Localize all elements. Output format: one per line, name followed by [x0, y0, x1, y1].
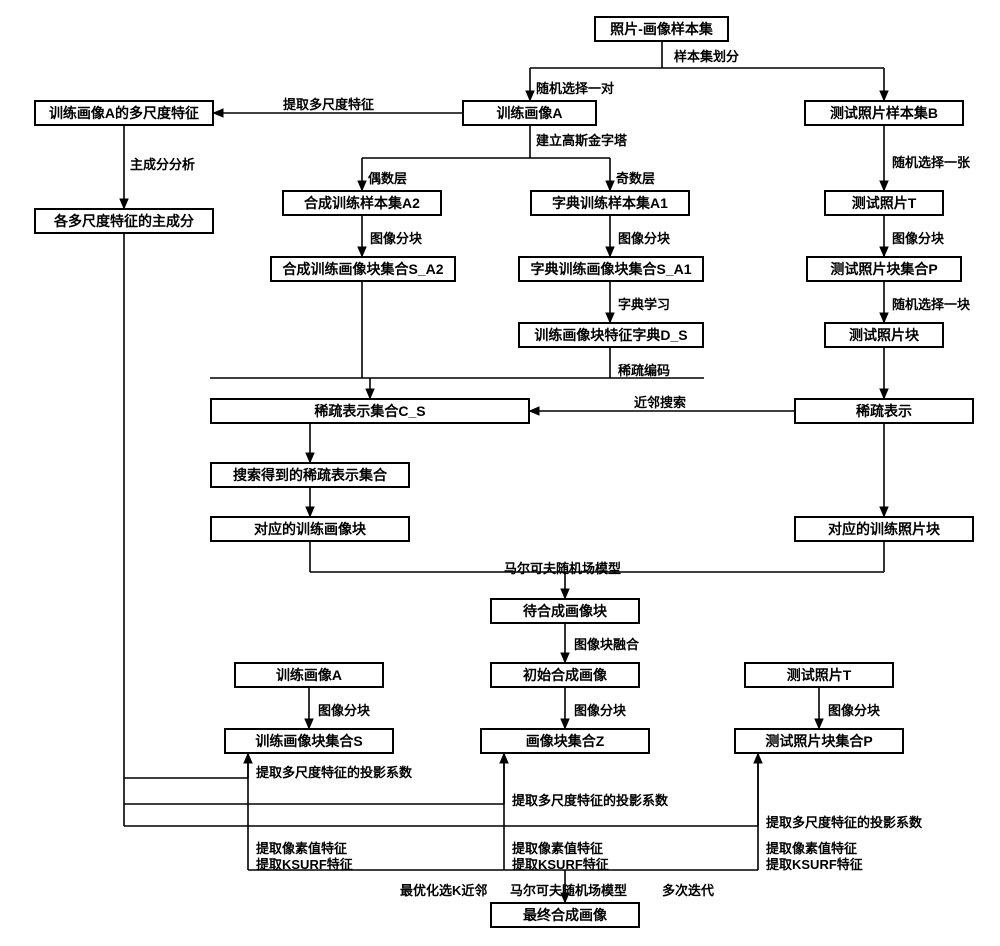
- label-randOne: 随机选择一张: [892, 152, 970, 171]
- label-splitSet: 样本集划分: [674, 46, 739, 65]
- node-sparseRep: 稀疏表示: [794, 398, 974, 424]
- label-msExtract: 提取多尺度特征: [283, 94, 374, 113]
- label-odd: 奇数层: [616, 168, 655, 187]
- label-randBlk: 随机选择一块: [892, 294, 970, 313]
- label-nnSearch: 近邻搜索: [634, 392, 686, 411]
- node-SA2: 合成训练画像块集合S_A2: [270, 256, 456, 282]
- node-A2: 合成训练样本集A2: [282, 190, 442, 216]
- label-blk-1: 图像分块: [370, 228, 422, 247]
- node-trainBlk: 对应的训练画像块: [210, 516, 410, 542]
- label-iter: 多次迭代: [662, 880, 714, 899]
- node-Z: 画像块集合Z: [480, 728, 650, 754]
- node-DS: 训练画像块特征字典D_S: [518, 322, 704, 348]
- node-P: 测试照片块集合P: [806, 256, 962, 282]
- label-knn: 最优化选K近邻: [400, 880, 487, 899]
- node-testBlock: 测试照片块: [824, 322, 944, 348]
- label-blk-6: 图像分块: [828, 700, 880, 719]
- label-fuse: 图像块融合: [574, 634, 639, 653]
- node-msFeat: 训练画像A的多尺度特征: [34, 100, 214, 126]
- label-blk-5: 图像分块: [574, 700, 626, 719]
- node-A1: 字典训练样本集A1: [530, 190, 690, 216]
- label-surf-2: 提取KSURF特征: [512, 854, 609, 873]
- label-randPair: 随机选择一对: [536, 78, 614, 97]
- node-initSet: 搜索得到的稀疏表示集合: [210, 462, 410, 488]
- label-blk-4: 图像分块: [318, 700, 370, 719]
- label-blk-2: 图像分块: [618, 228, 670, 247]
- label-dictLearn: 字典学习: [618, 294, 670, 313]
- node-T: 测试照片T: [824, 190, 944, 216]
- label-sparseCode: 稀疏编码: [618, 360, 670, 379]
- node-photoBlk: 对应的训练照片块: [794, 516, 974, 542]
- label-gauss: 建立高斯金字塔: [536, 130, 627, 149]
- label-proj-1: 提取多尺度特征的投影系数: [256, 762, 412, 781]
- node-P2: 测试照片块集合P: [734, 728, 904, 754]
- node-Cs: 稀疏表示集合C_S: [210, 398, 530, 424]
- node-toSyn: 待合成画像块: [490, 598, 640, 624]
- label-blk-3: 图像分块: [892, 228, 944, 247]
- label-surf-1: 提取KSURF特征: [256, 854, 353, 873]
- node-pca: 各多尺度特征的主成分: [34, 208, 214, 234]
- node-root: 照片-画像样本集: [594, 16, 729, 42]
- flow-arrows: [0, 0, 1000, 946]
- node-final: 最终合成画像: [490, 902, 640, 928]
- label-even: 偶数层: [368, 168, 407, 187]
- node-trainA2: 训练画像A: [234, 662, 384, 688]
- node-init: 初始合成画像: [490, 662, 640, 688]
- node-S: 训练画像块集合S: [224, 728, 394, 754]
- node-SA1: 字典训练画像块集合S_A1: [518, 256, 704, 282]
- label-proj-3: 提取多尺度特征的投影系数: [766, 812, 922, 831]
- label-pcaAnalyze: 主成分分析: [130, 154, 195, 173]
- label-mrf: 马尔可夫随机场模型: [504, 558, 621, 577]
- node-testB: 测试照片样本集B: [804, 100, 964, 126]
- label-surf-3: 提取KSURF特征: [766, 854, 863, 873]
- node-T2: 测试照片T: [744, 662, 894, 688]
- node-trainA: 训练画像A: [462, 100, 597, 126]
- label-proj-2: 提取多尺度特征的投影系数: [512, 790, 668, 809]
- label-mrf2: 马尔可夫随机场模型: [510, 880, 627, 899]
